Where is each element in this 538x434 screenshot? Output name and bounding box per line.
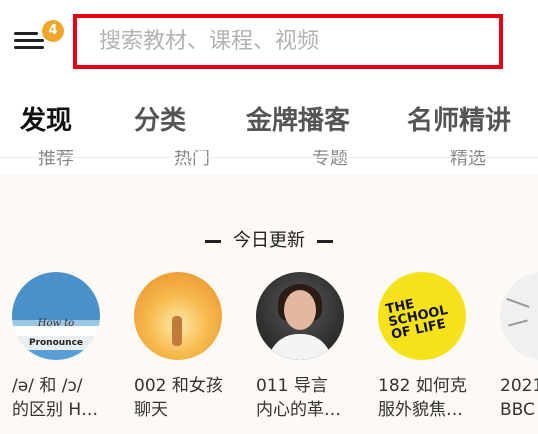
section-title: 今日更新: [0, 226, 538, 252]
cover-text: THE SCHOOL OF LIFE: [384, 296, 450, 343]
cover-figure: [172, 316, 182, 346]
tab-teacher-lectures[interactable]: 名师精讲: [407, 100, 511, 137]
dash-right: [317, 239, 333, 243]
tab-categories[interactable]: 分类: [134, 100, 186, 137]
cover-text: How to: [37, 318, 75, 329]
course-card[interactable]: 011 导言 内心的革…: [256, 272, 366, 422]
card-title-line2: 内心的革…: [256, 400, 341, 420]
course-card[interactable]: THE SCHOOL OF LIFE 182 如何克 服外貌焦…: [378, 272, 488, 422]
menu-icon: [14, 32, 38, 35]
cover-band: [12, 350, 100, 360]
card-title-line2: 聊天: [134, 400, 168, 420]
course-cover: How to Pronounce: [12, 272, 100, 360]
course-cover: [256, 272, 344, 360]
cover-line: [508, 319, 528, 327]
sub-tabs: 推荐 热门 专题 精选: [0, 150, 538, 172]
notification-badge: 4: [42, 20, 64, 42]
card-title-line2: 服外貌焦…: [378, 400, 463, 420]
card-title-line2: 的区别 H…: [12, 400, 99, 420]
subtab-recommend[interactable]: 推荐: [38, 150, 74, 170]
subtab-hot[interactable]: 热门: [174, 150, 210, 170]
card-title-line1: 011 导言: [256, 376, 328, 396]
course-cover: [500, 272, 538, 360]
card-title-line2: BBC: [500, 400, 535, 420]
daily-updates-section: 今日更新 How to Pronounce /ə/ 和 /ɔ/ 的区别 H… 0…: [0, 174, 538, 434]
dash-left: [205, 239, 221, 243]
card-title-line1: /ə/ 和 /ɔ/: [12, 376, 83, 396]
app-header: 4: [0, 0, 538, 82]
subtab-featured[interactable]: 精选: [450, 150, 486, 170]
menu-icon-bar: [14, 39, 44, 42]
section-title-text: 今日更新: [233, 230, 305, 251]
cover-shirt: [268, 334, 332, 360]
main-tabs: 发现 分类 金牌播客 名师精讲: [0, 100, 538, 146]
cover-text: Pronounce: [28, 338, 84, 348]
course-cover: [134, 272, 222, 360]
search-box[interactable]: [73, 14, 503, 69]
tab-gold-podcast[interactable]: 金牌播客: [246, 100, 350, 137]
course-card[interactable]: 2021 BBC: [500, 272, 538, 422]
menu-icon-bar: [14, 46, 44, 49]
card-title-line1: 002 和女孩: [134, 376, 223, 396]
card-title-line1: 182 如何克: [378, 376, 467, 396]
divider: [0, 157, 538, 158]
course-cover: THE SCHOOL OF LIFE: [378, 272, 466, 360]
subtab-topics[interactable]: 专题: [312, 150, 348, 170]
course-card[interactable]: 002 和女孩 聊天: [134, 272, 244, 422]
course-card[interactable]: How to Pronounce /ə/ 和 /ɔ/ 的区别 H…: [12, 272, 122, 422]
card-title-line1: 2021: [500, 376, 538, 396]
cover-line: [506, 297, 530, 309]
search-input[interactable]: [99, 18, 499, 65]
tab-discover[interactable]: 发现: [20, 100, 72, 137]
cover-face: [284, 290, 316, 330]
